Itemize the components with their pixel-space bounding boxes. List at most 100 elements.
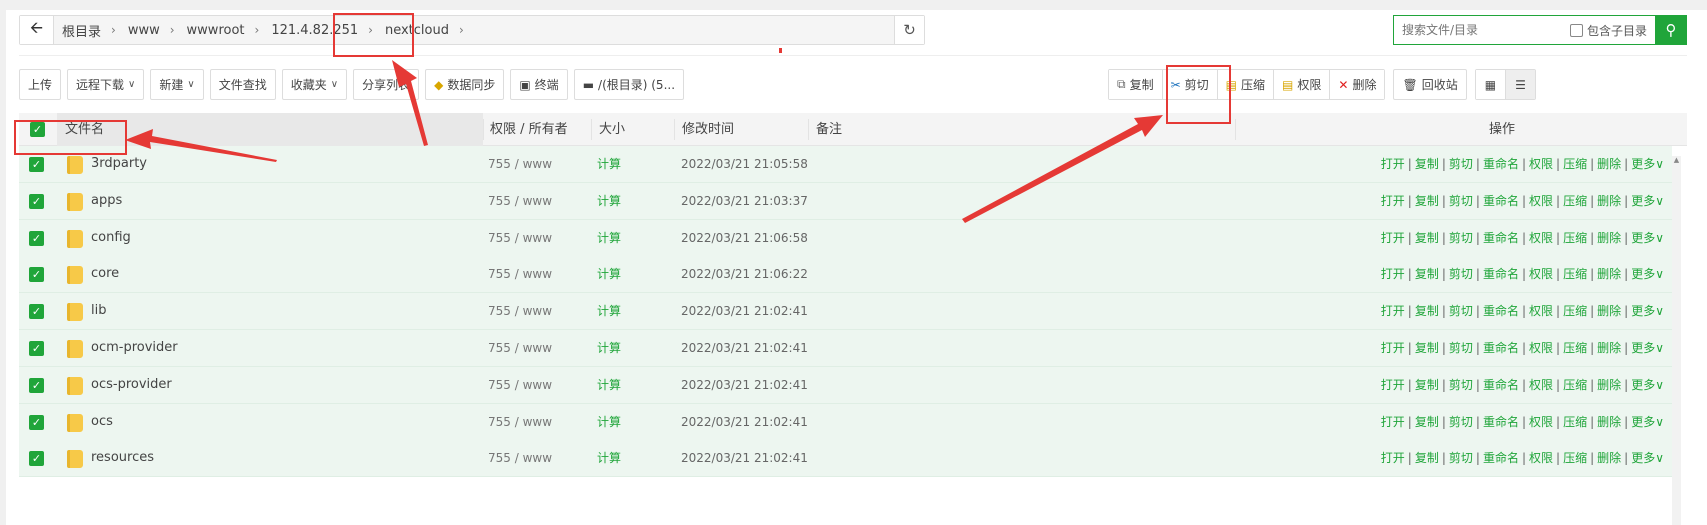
recycle-bin-button[interactable]: 🗑 回收站	[1393, 69, 1467, 100]
row-action-link[interactable]: 权限	[1529, 341, 1553, 355]
chevron-down-icon[interactable]: ∨	[1655, 157, 1664, 171]
row-action-link[interactable]: 打开	[1381, 378, 1405, 392]
header-filename[interactable]: 文件名	[65, 113, 104, 146]
row-action-link[interactable]: 删除	[1597, 267, 1621, 281]
file-permission[interactable]: 755 / www	[488, 146, 552, 182]
file-size[interactable]: 计算	[597, 220, 621, 256]
row-checkbox[interactable]: ✓	[29, 451, 44, 467]
chevron-down-icon[interactable]: ∨	[1655, 415, 1664, 429]
file-permission[interactable]: 755 / www	[488, 330, 552, 366]
file-size[interactable]: 计算	[597, 440, 621, 476]
chevron-down-icon[interactable]: ∨	[1655, 378, 1664, 392]
row-checkbox[interactable]: ✓	[29, 341, 44, 356]
file-size[interactable]: 计算	[597, 293, 621, 329]
table-row[interactable]: ✓ resources 755 / www 计算 2022/03/21 21:02:41…	[19, 440, 1672, 478]
row-action-link[interactable]: 重命名	[1483, 451, 1519, 465]
row-action-link[interactable]: 权限	[1529, 415, 1553, 429]
batch-scissors-button[interactable]: ✂ 剪切	[1162, 70, 1218, 99]
row-action-link[interactable]: 打开	[1381, 304, 1405, 318]
row-action-link[interactable]: 更多	[1631, 378, 1655, 392]
row-checkbox[interactable]: ✓	[29, 230, 44, 246]
row-action-link[interactable]: 复制	[1415, 415, 1439, 429]
file-name[interactable]: resources	[91, 440, 154, 476]
row-action-link[interactable]: 压缩	[1563, 231, 1587, 245]
table-row[interactable]: ✓ ocm-provider 755 / www 计算 2022/03/21 21:02…	[19, 330, 1672, 367]
row-action-link[interactable]: 删除	[1597, 341, 1621, 355]
row-action-link[interactable]: 剪切	[1449, 341, 1473, 355]
row-action-link[interactable]: 剪切	[1449, 378, 1473, 392]
row-action-link[interactable]: 剪切	[1449, 415, 1473, 429]
row-action-link[interactable]: 重命名	[1483, 304, 1519, 318]
table-row[interactable]: ✓ ocs 755 / www 计算 2022/03/21 21:02:41 打开 | 复制 |…	[19, 403, 1672, 441]
row-action-link[interactable]: 复制	[1415, 231, 1439, 245]
file-size[interactable]: 计算	[597, 183, 621, 219]
scrollbar[interactable]	[1672, 156, 1681, 525]
chevron-down-icon[interactable]: ∨	[1655, 341, 1664, 355]
file-name[interactable]: ocs-provider	[91, 367, 172, 403]
row-action-link[interactable]: 删除	[1597, 415, 1621, 429]
file-permission[interactable]: 755 / www	[488, 293, 552, 329]
table-row[interactable]: ✓ 3rdparty 755 / www 计算 2022/03/21 21:05:58 打…	[19, 146, 1672, 183]
refresh-button[interactable]: ↻	[894, 16, 924, 44]
table-row[interactable]: ✓ config 755 / www 计算 2022/03/21 21:06:58 打开 |…	[19, 219, 1672, 257]
row-action-link[interactable]: 重命名	[1483, 341, 1519, 355]
file-name[interactable]: config	[91, 220, 131, 256]
row-action-link[interactable]: 删除	[1597, 304, 1621, 318]
chevron-down-icon[interactable]: ∨	[1655, 451, 1664, 465]
file-size[interactable]: 计算	[597, 330, 621, 366]
breadcrumb-item[interactable]: 根目录	[54, 21, 107, 40]
scroll-up-arrow-icon[interactable]: ▲	[1672, 156, 1681, 166]
row-action-link[interactable]: 删除	[1597, 378, 1621, 392]
breadcrumb-item[interactable]: 121.4.82.251	[263, 23, 364, 38]
toolbar-button[interactable]: ▬/(根目录) (5...	[573, 69, 685, 100]
file-name[interactable]: lib	[91, 293, 106, 329]
include-subdir-checkbox[interactable]: 包含子目录	[1569, 22, 1655, 39]
row-checkbox[interactable]: ✓	[29, 267, 44, 283]
search-input[interactable]	[1394, 16, 1570, 44]
row-action-link[interactable]: 剪切	[1449, 304, 1473, 318]
file-size[interactable]: 计算	[597, 404, 621, 440]
row-action-link[interactable]: 更多	[1631, 341, 1655, 355]
row-action-link[interactable]: 权限	[1529, 267, 1553, 281]
row-action-link[interactable]: 删除	[1597, 231, 1621, 245]
row-action-link[interactable]: 剪切	[1449, 267, 1473, 281]
toolbar-button[interactable]: 远程下载 ∨	[67, 69, 145, 100]
toolbar-button[interactable]: 分享列表	[353, 69, 420, 100]
file-permission[interactable]: 755 / www	[488, 367, 552, 403]
row-action-link[interactable]: 删除	[1597, 194, 1621, 208]
row-action-link[interactable]: 复制	[1415, 194, 1439, 208]
row-action-link[interactable]: 压缩	[1563, 267, 1587, 281]
row-action-link[interactable]: 删除	[1597, 451, 1621, 465]
file-name[interactable]: 3rdparty	[91, 146, 147, 182]
toolbar-button[interactable]: 新建 ∨	[150, 69, 204, 100]
checkbox-box[interactable]	[1569, 23, 1583, 37]
file-permission[interactable]: 755 / www	[488, 440, 552, 476]
row-action-link[interactable]: 剪切	[1449, 157, 1473, 171]
row-action-link[interactable]: 复制	[1415, 341, 1439, 355]
row-action-link[interactable]: 权限	[1529, 231, 1553, 245]
row-action-link[interactable]: 打开	[1381, 157, 1405, 171]
row-checkbox[interactable]: ✓	[29, 304, 44, 320]
breadcrumb-item[interactable]: wwwroot	[179, 23, 251, 38]
row-action-link[interactable]: 压缩	[1563, 378, 1587, 392]
row-action-link[interactable]: 剪切	[1449, 451, 1473, 465]
header-mtime[interactable]: 修改时间	[682, 113, 734, 146]
row-action-link[interactable]: 权限	[1529, 304, 1553, 318]
file-permission[interactable]: 755 / www	[488, 256, 552, 292]
table-row[interactable]: ✓ ocs-provider 755 / www 计算 2022/03/21 21:02…	[19, 366, 1672, 404]
row-action-link[interactable]: 更多	[1631, 415, 1655, 429]
chevron-down-icon[interactable]: ∨	[1655, 194, 1664, 208]
row-action-link[interactable]: 复制	[1415, 157, 1439, 171]
row-action-link[interactable]: 权限	[1529, 194, 1553, 208]
breadcrumb-item[interactable]: www	[120, 23, 166, 38]
toolbar-button[interactable]: ▣ 终端	[510, 69, 568, 100]
row-checkbox[interactable]: ✓	[29, 377, 44, 393]
batch-zip-button[interactable]: ▤ 压缩	[1217, 70, 1275, 99]
row-action-link[interactable]: 重命名	[1483, 157, 1519, 171]
table-row[interactable]: ✓ core 755 / www 计算 2022/03/21 21:06:22 打开 | 复制…	[19, 256, 1672, 294]
file-permission[interactable]: 755 / www	[488, 404, 552, 440]
row-action-link[interactable]: 重命名	[1483, 267, 1519, 281]
row-action-link[interactable]: 剪切	[1449, 231, 1473, 245]
row-action-link[interactable]: 权限	[1529, 451, 1553, 465]
row-action-link[interactable]: 删除	[1597, 157, 1621, 171]
